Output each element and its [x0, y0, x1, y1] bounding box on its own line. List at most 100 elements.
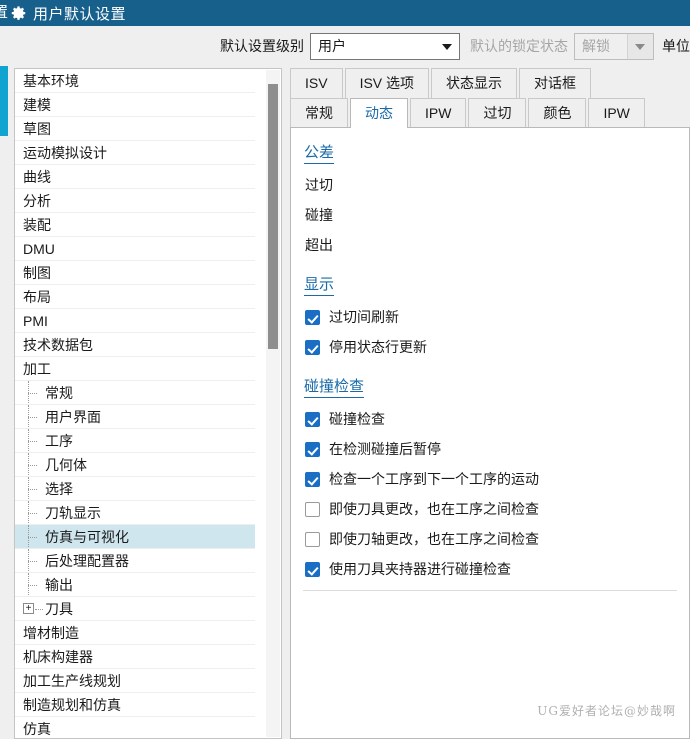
tree-item[interactable]: DMU — [15, 237, 255, 261]
tab-1[interactable]: 常规 — [290, 98, 348, 128]
tolerance-field-row[interactable]: 碰撞 — [291, 200, 689, 230]
expand-plus-icon[interactable]: + — [23, 597, 45, 620]
tab-4[interactable]: 对话框 — [519, 68, 592, 98]
tree-item[interactable]: 常规 — [15, 381, 255, 405]
tree-item[interactable]: 运动模拟设计 — [15, 141, 255, 165]
tab-label: ISV — [305, 75, 328, 91]
tree-item[interactable]: 后处理配置器 — [15, 549, 255, 573]
tree-item-label: 装配 — [23, 216, 51, 233]
chevron-down-icon — [635, 44, 645, 50]
tree-item-label: 分析 — [23, 192, 51, 209]
tree-item[interactable]: 制图 — [15, 261, 255, 285]
tree-item-label: 仿真 — [23, 720, 51, 737]
tree-item-label: 用户界面 — [45, 408, 101, 425]
tab-row-primary: ISV ISV 选项 状态显示 对话框 — [290, 68, 690, 98]
tree-item[interactable]: 仿真 — [15, 717, 255, 738]
tree-item-label: 工序 — [45, 432, 73, 449]
tree-item-label: 加工生产线规划 — [23, 672, 121, 689]
tolerance-field-row[interactable]: 过切 — [291, 170, 689, 200]
tree-item-label: 制造规划和仿真 — [23, 696, 121, 713]
checkbox-checked-icon[interactable] — [305, 411, 320, 427]
tab-label: 对话框 — [534, 75, 577, 91]
tree-item[interactable]: 基本环境 — [15, 69, 255, 93]
tree-item[interactable]: 几何体 — [15, 453, 255, 477]
expand-plus-box: + — [23, 602, 34, 614]
checkbox-checked-icon[interactable] — [305, 471, 320, 487]
tree-item[interactable]: PMI — [15, 309, 255, 333]
tab-2[interactable]: 动态 — [350, 98, 408, 128]
section-heading-wrap: 碰撞检查 — [291, 362, 689, 404]
section-heading: 显示 — [304, 273, 335, 296]
tab-4[interactable]: 过切 — [468, 98, 527, 128]
tree-vertical-scrollbar[interactable] — [266, 70, 280, 737]
tree-guide-line — [23, 477, 45, 500]
settings-category-tree[interactable]: 基本环境 建模草图运动模拟设计曲线分析装配 DMU 制图 布局 PMI 技术数据包 加工 常规用… — [14, 68, 282, 739]
checkbox-row[interactable]: 停用状态行更新 — [291, 332, 689, 362]
section-heading: 碰撞检查 — [304, 375, 365, 398]
tree-item[interactable]: 刀轨显示 — [15, 501, 255, 525]
units-label: 单位 — [662, 38, 690, 54]
checkbox-checked-icon[interactable] — [305, 561, 320, 577]
checkbox-row[interactable]: 使用刀具夹持器进行碰撞检查 — [291, 554, 689, 584]
tree-item[interactable]: 加工 — [15, 357, 255, 381]
tree-guide-line — [23, 381, 45, 404]
tree-item[interactable]: 机床构建器 — [15, 645, 255, 669]
checkbox-label: 使用刀具夹持器进行碰撞检查 — [329, 561, 511, 577]
tree-guide-line — [23, 405, 45, 428]
tab-1[interactable]: ISV — [290, 68, 343, 98]
tree-item-label: 曲线 — [23, 168, 51, 185]
tree-item[interactable]: 制造规划和仿真 — [15, 693, 255, 717]
tolerance-field-row[interactable]: 超出 — [291, 230, 689, 260]
tree-guide-line — [23, 429, 45, 452]
section-divider — [303, 590, 677, 591]
tree-item[interactable]: 加工生产线规划 — [15, 669, 255, 693]
checkbox-row[interactable]: 碰撞检查 — [291, 404, 689, 434]
checkbox-label: 即使刀具更改，也在工序之间检查 — [329, 501, 539, 517]
tab-label: 过切 — [483, 105, 512, 121]
tree-item-label: 增材制造 — [23, 624, 79, 641]
tree-item[interactable]: 技术数据包 — [15, 333, 255, 357]
checkbox-checked-icon[interactable] — [305, 339, 320, 355]
tree-item[interactable]: + 刀具 — [15, 597, 255, 621]
checkbox-row[interactable]: 检查一个工序到下一个工序的运动 — [291, 464, 689, 494]
tab-2[interactable]: ISV 选项 — [344, 68, 430, 98]
default-lock-combobox: 解锁 — [574, 32, 654, 60]
checkbox-unchecked-icon[interactable] — [305, 501, 320, 517]
checkbox-checked-icon[interactable] — [305, 309, 320, 325]
tab-3[interactable]: 状态显示 — [431, 68, 518, 98]
tree-item[interactable]: 输出 — [15, 573, 255, 597]
tab-3[interactable]: IPW — [410, 98, 467, 128]
tab-label: 常规 — [305, 105, 333, 121]
checkbox-unchecked-icon[interactable] — [305, 531, 320, 547]
tree-item[interactable]: 仿真与可视化 — [15, 525, 255, 549]
tree-item[interactable]: 建模 — [15, 93, 255, 117]
tree-scrollbar-thumb[interactable] — [268, 84, 278, 349]
checkbox-row[interactable]: 过切间刷新 — [291, 302, 689, 332]
tree-item-label: DMU — [23, 240, 55, 257]
tab-5[interactable]: 颜色 — [528, 98, 587, 128]
tree-item-label: 后处理配置器 — [45, 552, 129, 569]
tree-item[interactable]: 工序 — [15, 429, 255, 453]
default-level-combobox[interactable]: 用户 — [310, 32, 460, 60]
titlebar-cutoff-glyph: 置 — [0, 4, 9, 21]
tree-item[interactable]: 曲线 — [15, 165, 255, 189]
tree-item[interactable]: 增材制造 — [15, 621, 255, 645]
tree-item[interactable]: 装配 — [15, 213, 255, 237]
checkbox-label: 检查一个工序到下一个工序的运动 — [329, 471, 539, 487]
section-heading-wrap: 显示 — [291, 260, 689, 302]
checkbox-label: 停用状态行更新 — [329, 339, 427, 355]
tree-item[interactable]: 草图 — [15, 117, 255, 141]
tab-6[interactable]: IPW — [588, 98, 645, 128]
checkbox-row[interactable]: 在检测碰撞后暂停 — [291, 434, 689, 464]
tree-list: 基本环境 建模草图运动模拟设计曲线分析装配 DMU 制图 布局 PMI 技术数据包 加工 常规用… — [15, 69, 255, 738]
checkbox-row[interactable]: 即使刀轴更改，也在工序之间检查 — [291, 524, 689, 554]
tab-label: IPW — [425, 105, 452, 121]
tree-item[interactable]: 用户界面 — [15, 405, 255, 429]
checkbox-checked-icon[interactable] — [305, 441, 320, 457]
tree-item-label: 草图 — [23, 120, 51, 137]
checkbox-row[interactable]: 即使刀具更改，也在工序之间检查 — [291, 494, 689, 524]
default-lock-label: 默认的锁定状态 — [470, 38, 568, 54]
tree-item[interactable]: 选择 — [15, 477, 255, 501]
tree-item[interactable]: 布局 — [15, 285, 255, 309]
tree-item[interactable]: 分析 — [15, 189, 255, 213]
